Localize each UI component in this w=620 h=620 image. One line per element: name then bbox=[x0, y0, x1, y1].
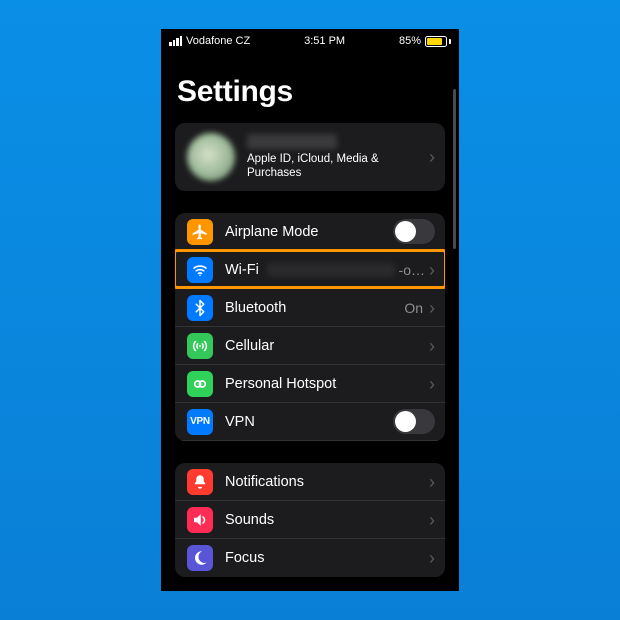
profile-row[interactable]: Apple ID, iCloud, Media & Purchases › bbox=[175, 123, 445, 191]
value-bluetooth: On bbox=[404, 300, 423, 316]
hotspot-icon bbox=[187, 371, 213, 397]
chevron-right-icon: › bbox=[427, 549, 435, 567]
row-bluetooth[interactable]: Bluetooth On › bbox=[175, 289, 445, 327]
chevron-right-icon: › bbox=[427, 511, 435, 529]
chevron-right-icon: › bbox=[427, 375, 435, 393]
avatar bbox=[187, 133, 235, 181]
row-wifi[interactable]: Wi-Fi -o… › bbox=[175, 251, 445, 289]
signal-icon bbox=[169, 36, 182, 46]
sounds-icon bbox=[187, 507, 213, 533]
notifications-icon bbox=[187, 469, 213, 495]
scroll-indicator[interactable] bbox=[453, 89, 456, 249]
profile-subtitle: Apple ID, iCloud, Media & Purchases bbox=[247, 152, 427, 181]
chevron-right-icon: › bbox=[427, 148, 435, 166]
status-left: Vodafone CZ bbox=[169, 35, 250, 47]
label-wifi: Wi-Fi bbox=[225, 262, 259, 278]
label-cellular: Cellular bbox=[225, 338, 274, 354]
row-focus[interactable]: Focus › bbox=[175, 539, 445, 577]
row-notifications[interactable]: Notifications › bbox=[175, 463, 445, 501]
clock: 3:51 PM bbox=[304, 35, 345, 47]
cellular-icon bbox=[187, 333, 213, 359]
vpn-icon: VPN bbox=[187, 409, 213, 435]
chevron-right-icon: › bbox=[427, 337, 435, 355]
profile-group: Apple ID, iCloud, Media & Purchases › bbox=[175, 123, 445, 191]
label-notifications: Notifications bbox=[225, 474, 304, 490]
airplane-icon bbox=[187, 219, 213, 245]
label-hotspot: Personal Hotspot bbox=[225, 376, 336, 392]
label-bluetooth: Bluetooth bbox=[225, 300, 286, 316]
focus-icon bbox=[187, 545, 213, 571]
wifi-icon bbox=[187, 257, 213, 283]
row-sounds[interactable]: Sounds › bbox=[175, 501, 445, 539]
label-focus: Focus bbox=[225, 550, 265, 566]
carrier-label: Vodafone CZ bbox=[186, 35, 250, 47]
wifi-network-redacted bbox=[267, 263, 395, 277]
toggle-vpn[interactable] bbox=[393, 409, 435, 434]
toggle-airplane[interactable] bbox=[393, 219, 435, 244]
row-airplane-mode[interactable]: Airplane Mode bbox=[175, 213, 445, 251]
status-bar: Vodafone CZ 3:51 PM 85% bbox=[161, 29, 459, 51]
row-vpn[interactable]: VPN VPN bbox=[175, 403, 445, 441]
row-personal-hotspot[interactable]: Personal Hotspot › bbox=[175, 365, 445, 403]
label-airplane: Airplane Mode bbox=[225, 224, 319, 240]
settings-content: Settings Apple ID, iCloud, Media & Purch… bbox=[161, 75, 459, 577]
notifications-group: Notifications › Sounds › Focus › bbox=[175, 463, 445, 577]
chevron-right-icon: › bbox=[427, 261, 435, 279]
connectivity-group: Airplane Mode Wi-Fi -o… › Bluetooth bbox=[175, 213, 445, 441]
wifi-value-suffix: -o… bbox=[399, 262, 425, 278]
label-sounds: Sounds bbox=[225, 512, 274, 528]
status-right: 85% bbox=[399, 35, 451, 47]
battery-percent: 85% bbox=[399, 35, 421, 47]
battery-icon bbox=[425, 36, 451, 47]
phone-frame: Vodafone CZ 3:51 PM 85% Settings Apple I… bbox=[161, 29, 459, 591]
label-vpn: VPN bbox=[225, 414, 255, 430]
chevron-right-icon: › bbox=[427, 299, 435, 317]
row-cellular[interactable]: Cellular › bbox=[175, 327, 445, 365]
profile-name-redacted bbox=[247, 134, 337, 149]
bluetooth-icon bbox=[187, 295, 213, 321]
page-title: Settings bbox=[177, 75, 445, 109]
chevron-right-icon: › bbox=[427, 473, 435, 491]
